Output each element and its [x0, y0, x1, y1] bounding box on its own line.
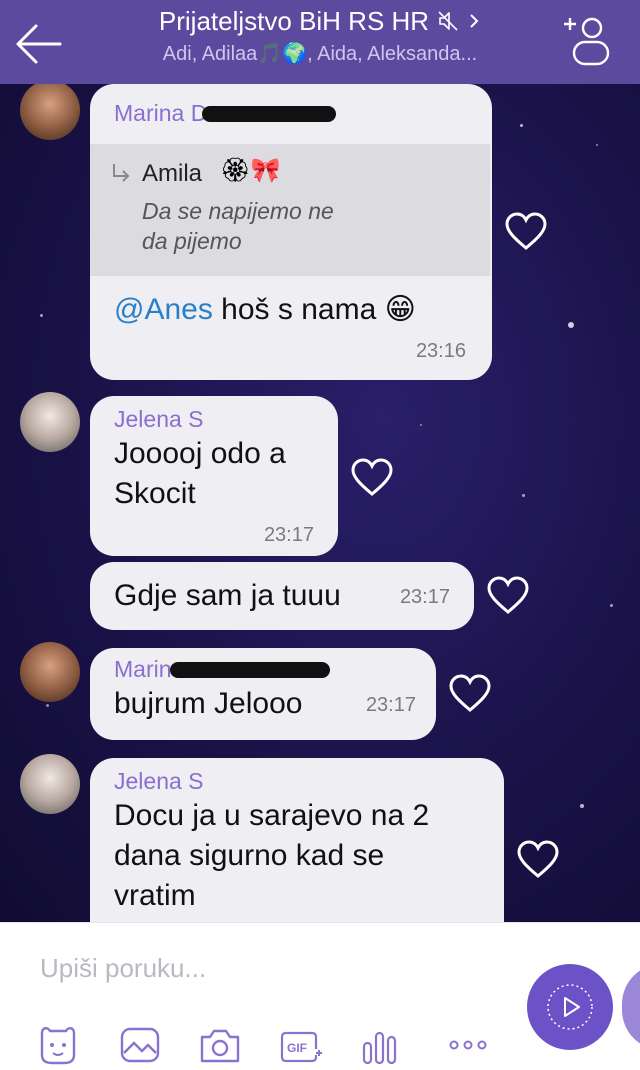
image-icon[interactable] [118, 1023, 162, 1067]
message-text: Jooooj odo a Skocit [114, 434, 286, 514]
chevron-right-icon [470, 14, 479, 28]
secondary-action-button[interactable] [622, 964, 640, 1050]
redaction-mark [202, 106, 336, 122]
heart-outline-icon[interactable] [486, 576, 530, 616]
heart-outline-icon[interactable] [516, 840, 560, 880]
message-time: 23:17 [263, 524, 314, 546]
message-line: dana sigurno kad se [114, 839, 385, 872]
speaker-muted-icon [438, 11, 458, 31]
message-list[interactable]: Marina D Amila 🏵🎀 Da se napijemo ne da p… [0, 84, 640, 922]
quote-author: Amila [142, 160, 203, 187]
play-icon [547, 984, 593, 1030]
message-composer: Upiši poruku... GIF [0, 922, 640, 1070]
message-line: Docu ja u sarajevo na 2 [114, 799, 430, 832]
message-bubble[interactable]: Jelena S Jooooj odo a Skocit 23:17 [90, 396, 338, 556]
heart-outline-icon[interactable] [448, 674, 492, 714]
message-bubble[interactable]: Gdje sam ja tuuu 23:17 [90, 562, 474, 630]
message-time: 23:17 [365, 694, 416, 716]
svg-text:GIF: GIF [287, 1041, 307, 1055]
sender-name: Jelena S [114, 406, 204, 432]
heart-outline-icon[interactable] [504, 212, 548, 252]
avatar-jelena[interactable] [20, 754, 80, 814]
message-time: 23:16 [415, 340, 466, 362]
message-line: vratim [114, 879, 196, 912]
reply-arrow-icon [113, 164, 130, 182]
message-bubble[interactable]: Jelena S Docu ja u sarajevo na 2 dana si… [90, 758, 504, 922]
send-button[interactable] [527, 964, 613, 1050]
add-participant-icon[interactable] [560, 10, 612, 68]
message-time: 23:17 [399, 586, 450, 608]
message-input[interactable]: Upiši poruku... [40, 953, 206, 984]
chat-header: Prijateljstvo BiH RS HR Adi, Adilaa🎵🌍, A… [0, 0, 640, 84]
chat-participants: Adi, Adilaa🎵🌍, Aida, Aleksanda... [162, 43, 478, 65]
chat-title-area[interactable]: Prijateljstvo BiH RS HR Adi, Adilaa🎵🌍, A… [80, 4, 560, 70]
avatar-jelena[interactable] [20, 392, 80, 452]
message-text: bujrum Jelooo [114, 687, 303, 720]
message-bubble[interactable]: Marina bujrum Jelooo 23:17 [90, 648, 436, 740]
redaction-mark [170, 662, 330, 678]
avatar-marina[interactable] [20, 84, 80, 140]
quoted-message[interactable]: Amila 🏵🎀 Da se napijemo ne da pijemo [90, 144, 490, 276]
message-text: Gdje sam ja tuuu [114, 579, 341, 612]
sender-name: Jelena S [114, 768, 204, 794]
avatar-marina[interactable] [20, 642, 80, 702]
more-dots-icon[interactable] [446, 1023, 490, 1067]
flower-emoji: 🏵🎀 [220, 157, 281, 184]
gif-icon[interactable]: GIF [278, 1023, 322, 1067]
message-text: @Anes hoš s nama 😁 [114, 290, 416, 330]
mention-link[interactable]: @Anes [114, 293, 213, 326]
quote-text-line: Da se napijemo ne [142, 198, 334, 224]
camera-icon[interactable] [198, 1023, 242, 1067]
message-body: hoš s nama 😁 [212, 293, 416, 326]
message-line: Jooooj odo a [114, 437, 286, 470]
message-text: Docu ja u sarajevo na 2 dana sigurno kad… [114, 796, 429, 916]
sender-name: Marina D [114, 100, 208, 126]
sticker-icon[interactable] [36, 1023, 80, 1067]
message-bubble[interactable]: Marina D Amila 🏵🎀 Da se napijemo ne da p… [90, 84, 492, 380]
bars-icon[interactable] [358, 1023, 402, 1067]
heart-outline-icon[interactable] [350, 458, 394, 498]
chat-title: Prijateljstvo BiH RS HR [158, 6, 430, 36]
quote-text-line: da pijemo [142, 228, 242, 254]
back-arrow-icon[interactable] [14, 22, 62, 66]
message-line: Skocit [114, 477, 196, 510]
